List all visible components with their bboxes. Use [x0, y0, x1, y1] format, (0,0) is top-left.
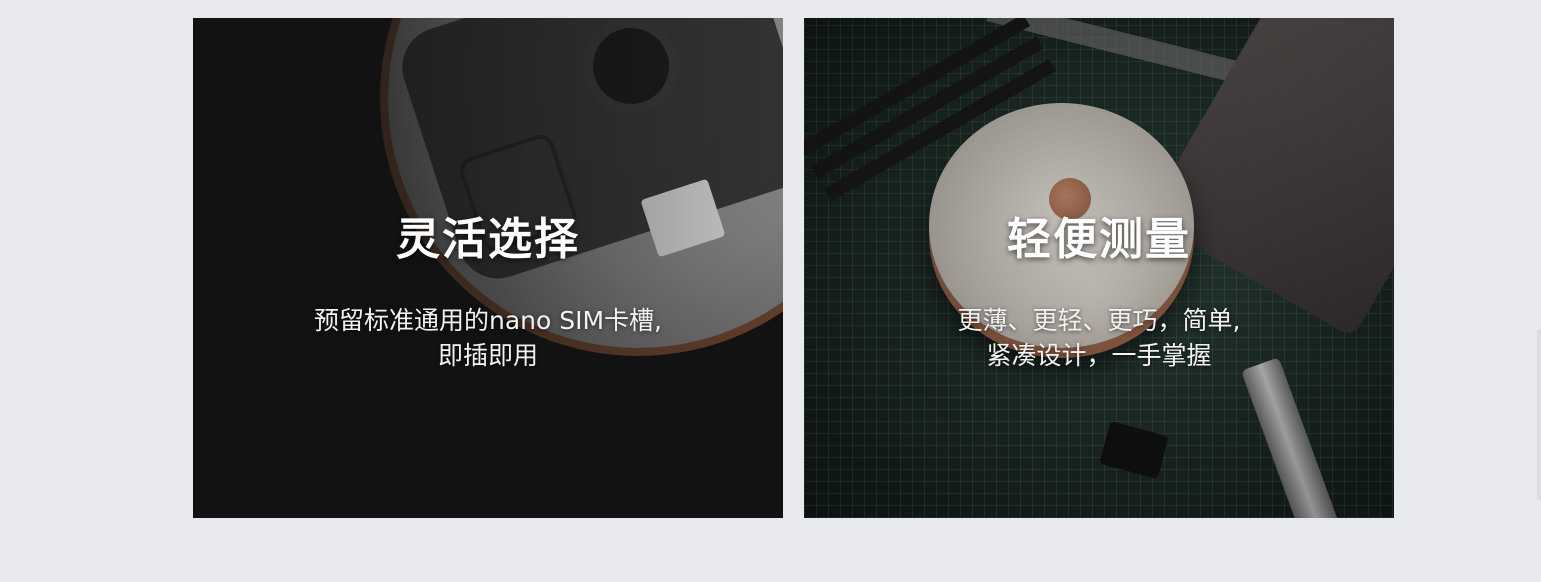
- page-edge-scroll-indicator: [1537, 330, 1541, 500]
- card-description-line: 紧凑设计，一手掌握: [986, 341, 1212, 370]
- card-description: 预留标准通用的nano SIM卡槽, 即插即用: [193, 303, 783, 373]
- card-description-line: 更薄、更轻、更巧，简单,: [957, 306, 1241, 335]
- card-description: 更薄、更轻、更巧，简单, 紧凑设计，一手掌握: [804, 303, 1394, 373]
- card-description-line: 预留标准通用的nano SIM卡槽,: [313, 306, 662, 335]
- card-title: 轻便测量: [1007, 214, 1191, 265]
- card-description-line: 即插即用: [437, 341, 538, 370]
- card-title: 灵活选择: [396, 214, 580, 265]
- page: 灵活选择 预留标准通用的nano SIM卡槽, 即插即用 轻便测量 更薄、更轻、…: [0, 0, 1541, 582]
- feature-card-flexible: 灵活选择 预留标准通用的nano SIM卡槽, 即插即用: [193, 18, 783, 518]
- feature-card-lightweight: 轻便测量 更薄、更轻、更巧，简单, 紧凑设计，一手掌握: [804, 18, 1394, 518]
